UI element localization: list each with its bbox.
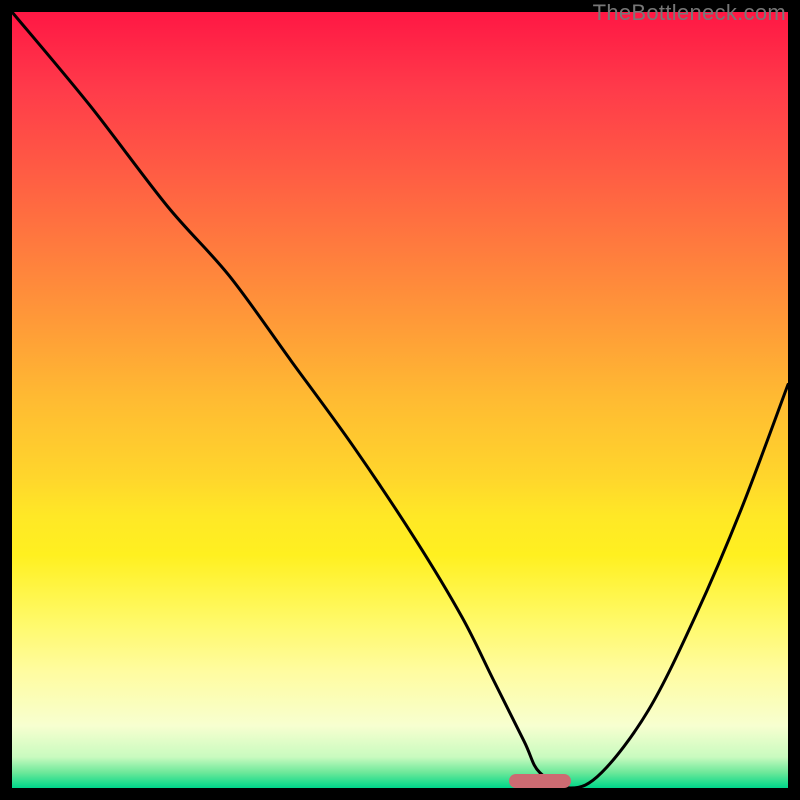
plot-area xyxy=(12,12,788,788)
chart-frame: TheBottleneck.com xyxy=(0,0,800,800)
bottleneck-curve xyxy=(12,12,788,788)
optimal-marker xyxy=(509,774,571,788)
watermark-text: TheBottleneck.com xyxy=(593,0,786,26)
